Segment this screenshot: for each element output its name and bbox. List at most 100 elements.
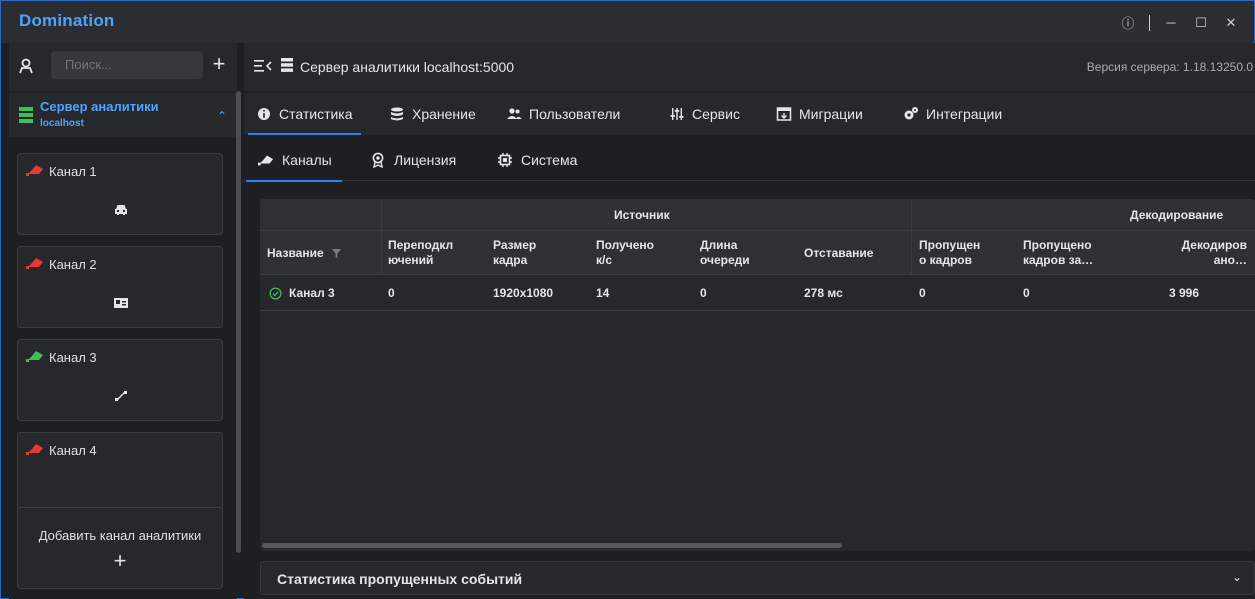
- column-label: Название: [267, 245, 324, 260]
- page-title: Сервер аналитики localhost:5000: [300, 59, 515, 75]
- server-host: localhost: [40, 118, 84, 129]
- horizontal-scrollbar[interactable]: [262, 543, 842, 548]
- collapse-menu-icon[interactable]: [254, 58, 272, 74]
- channel-label: Канал 3: [49, 350, 97, 365]
- app-title: Domination: [19, 11, 115, 30]
- tab-label: Система: [521, 152, 578, 168]
- main-header: Сервер аналитики localhost:5000 Версия с…: [244, 43, 1255, 91]
- sidebar-scrollbar[interactable]: [236, 91, 241, 553]
- table-header: Название Переподкл ючений Размер кадра П…: [260, 231, 1255, 275]
- camera-icon: [258, 155, 274, 166]
- table-row[interactable]: Канал 3 0 1920x1080 14 0 278 мс 0 0 3 99…: [260, 275, 1255, 311]
- plus-icon: +: [113, 548, 127, 573]
- add-channel-button[interactable]: Добавить канал аналитики +: [17, 507, 223, 589]
- info-icon: [258, 108, 270, 120]
- skipped-events-panel[interactable]: Статистика пропущенных событий ⌄: [260, 561, 1255, 595]
- channel-label: Канал 4: [49, 443, 97, 458]
- panel-title: Статистика пропущенных событий: [277, 571, 523, 587]
- maximize-button[interactable]: ☐: [1186, 15, 1216, 31]
- add-channel-label: Добавить канал аналитики: [38, 528, 202, 543]
- search-input[interactable]: [51, 51, 203, 79]
- camera-icon: [26, 165, 43, 176]
- group-decoding: Декодирование: [1130, 208, 1224, 222]
- cell-received: 14: [596, 286, 610, 300]
- close-button[interactable]: ✕: [1216, 15, 1246, 31]
- sidebar-item-server[interactable]: Сервер аналитики localhost ⌃: [9, 93, 237, 137]
- server-icon: [281, 58, 293, 72]
- tab-users[interactable]: Пользователи: [506, 93, 620, 135]
- channel-label: Канал 1: [49, 164, 97, 179]
- users-icon: [507, 108, 522, 119]
- primary-tabs: Статистика Хранение Пользователи Сервис …: [244, 93, 1255, 135]
- award-icon: [372, 152, 384, 168]
- title-bar: Domination ⓘ ─ ☐ ✕: [1, 1, 1254, 43]
- column-header-skipped-for[interactable]: Пропущено кадров за…: [1023, 231, 1113, 275]
- cell-skipped: 0: [919, 286, 926, 300]
- camera-icon: [26, 258, 43, 269]
- channels-table: Источник Декодирование Название Переподк…: [260, 199, 1255, 551]
- add-button[interactable]: +: [207, 53, 231, 77]
- app-window: Domination ⓘ ─ ☐ ✕ + Сервер аналитики: [0, 0, 1255, 599]
- tab-migrations[interactable]: Миграции: [776, 93, 863, 135]
- tab-statistics[interactable]: Статистика: [248, 93, 361, 135]
- column-header-lag[interactable]: Отставание: [804, 231, 894, 275]
- channel-label: Канал 2: [49, 257, 97, 272]
- server-version: Версия сервера: 1.18.13250.0: [1086, 60, 1253, 74]
- tab-channels[interactable]: Каналы: [246, 139, 342, 182]
- channel-card-3[interactable]: Канал 3: [17, 339, 223, 421]
- gears-icon: [904, 107, 918, 120]
- cell-lag: 278 мс: [804, 286, 843, 300]
- channel-card-1[interactable]: Канал 1: [17, 153, 223, 235]
- tab-label: Каналы: [282, 152, 332, 168]
- id-card-icon: [114, 298, 128, 308]
- cell-skipped-for: 0: [1023, 286, 1030, 300]
- chip-icon: [498, 153, 512, 167]
- window-controls: ⓘ ─ ☐ ✕: [1113, 13, 1246, 32]
- channel-card-2[interactable]: Канал 2: [17, 246, 223, 328]
- column-header-queue[interactable]: Длина очереди: [700, 231, 770, 275]
- tab-label: Лицензия: [394, 152, 457, 168]
- server-name: Сервер аналитики: [40, 99, 159, 114]
- column-header-name[interactable]: Название: [267, 231, 377, 275]
- tab-system[interactable]: Система: [497, 139, 577, 181]
- chevron-up-icon[interactable]: ⌃: [217, 109, 227, 123]
- check-circle-icon: [269, 287, 282, 299]
- tab-label: Сервис: [692, 106, 740, 122]
- divider: [1149, 14, 1150, 31]
- divider: [381, 199, 382, 275]
- filter-icon[interactable]: [331, 248, 341, 258]
- car-icon: [115, 205, 127, 215]
- minimize-button[interactable]: ─: [1156, 15, 1186, 30]
- cell-reconnects: 0: [388, 286, 395, 300]
- user-search-icon[interactable]: [17, 57, 35, 75]
- column-header-received[interactable]: Получено к/с: [596, 231, 666, 275]
- cell-name: Канал 3: [269, 275, 335, 311]
- table-group-header: Источник Декодирование: [260, 199, 1255, 231]
- tab-service[interactable]: Сервис: [669, 93, 740, 135]
- tab-label: Пользователи: [529, 106, 621, 122]
- column-header-skipped[interactable]: Пропущен о кадров: [919, 231, 989, 275]
- main-area: Сервер аналитики localhost:5000 Версия с…: [244, 43, 1255, 599]
- tab-label: Статистика: [279, 106, 353, 122]
- cell-frame-size: 1920x1080: [493, 286, 554, 300]
- camera-icon: [26, 351, 43, 362]
- info-icon[interactable]: ⓘ: [1113, 13, 1143, 32]
- column-header-frame-size[interactable]: Размер кадра: [493, 231, 563, 275]
- channel-card-4[interactable]: Канал 4: [17, 432, 223, 514]
- tab-license[interactable]: Лицензия: [370, 139, 456, 181]
- group-source: Источник: [614, 208, 670, 222]
- column-header-reconnects[interactable]: Переподкл ючений: [388, 231, 468, 275]
- camera-icon: [26, 444, 43, 455]
- divider: [911, 199, 912, 275]
- tab-label: Хранение: [412, 106, 476, 122]
- tab-label: Интеграции: [926, 106, 1003, 122]
- chevron-down-icon[interactable]: ⌄: [1232, 570, 1242, 584]
- archive-icon: [776, 107, 792, 121]
- sidebar: + Сервер аналитики localhost ⌃ Канал 1: [9, 43, 237, 599]
- tab-integrations[interactable]: Интеграции: [903, 93, 1002, 135]
- column-header-decoded[interactable]: Декодиров ано…: [1169, 231, 1247, 275]
- tab-storage[interactable]: Хранение: [389, 93, 476, 135]
- database-icon: [391, 107, 403, 121]
- search-row: +: [9, 43, 237, 91]
- secondary-tabs: Каналы Лицензия Система: [244, 139, 1255, 182]
